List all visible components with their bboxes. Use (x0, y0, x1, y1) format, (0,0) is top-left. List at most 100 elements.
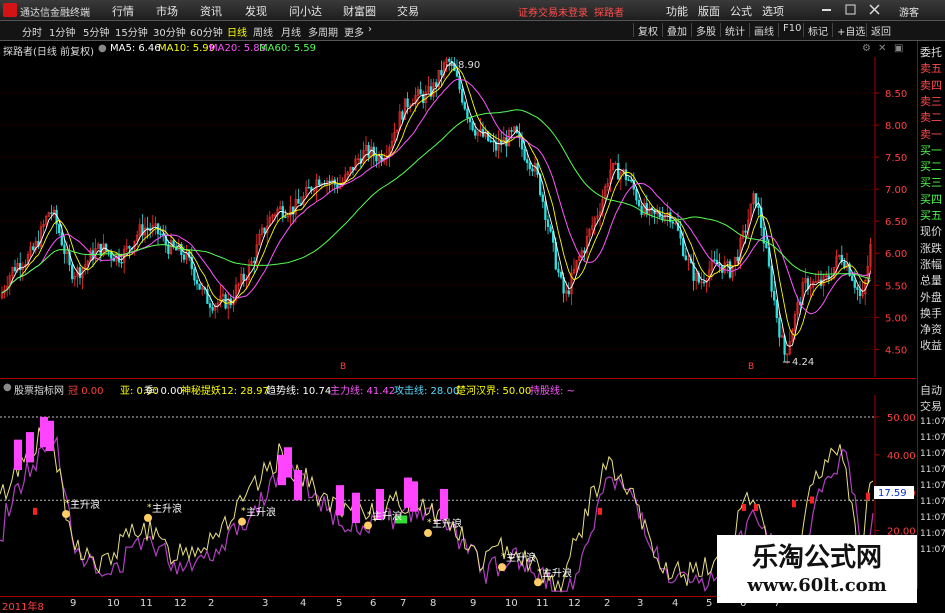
menu-item-jiaoyi[interactable]: 交易 (397, 3, 419, 19)
toolbar-tongji[interactable]: 统计 (720, 23, 745, 38)
trade-login-status[interactable]: 证券交易未登录 (518, 4, 588, 19)
more-chevron-icon[interactable]: › (368, 24, 372, 35)
menu-item-faxian[interactable]: 发现 (245, 3, 267, 19)
chart-close-icon[interactable]: ✕ (878, 43, 886, 54)
minimize-icon[interactable] (822, 9, 831, 11)
menu-item-zixun[interactable]: 资讯 (200, 3, 222, 19)
buy-marker: B (748, 362, 754, 372)
date-tick: 4 (300, 598, 307, 609)
main-chart-header: 探路者(日线 前复权) ● MA5: 6.46 MA10: 5.99 MA20:… (0, 41, 916, 58)
signal-star-icon: * (147, 503, 152, 513)
tick-time: 11:07 (920, 529, 945, 539)
signal-dot-icon (424, 529, 432, 538)
period-1min[interactable]: 1分钟 (49, 24, 75, 39)
toolbar-biaoji[interactable]: 标记 (803, 23, 828, 38)
window-controls (822, 4, 880, 15)
chart-maximize-icon[interactable]: ▣ (894, 43, 903, 54)
maximize-icon[interactable] (845, 4, 856, 15)
date-tick: 8 (430, 598, 437, 609)
menu-item-shichang[interactable]: 市场 (156, 3, 178, 19)
toolbar-diejia[interactable]: 叠加 (662, 23, 687, 38)
quote-label: 卖五 (920, 62, 942, 76)
indicator-tick-label: 40.00 (887, 451, 916, 462)
tick-time: 11:07 (920, 497, 945, 507)
menu-item-hangqing[interactable]: 行情 (112, 3, 134, 19)
toolbar-duogu[interactable]: 多股 (691, 23, 716, 38)
user-link[interactable]: 探路者 (594, 4, 624, 19)
app-title: 通达信金融终端 (20, 8, 90, 19)
quote-label: 买四 (920, 192, 942, 206)
signal-label: 主升浪 (152, 502, 182, 515)
menu-item-wenxiaoda[interactable]: 问小达 (289, 3, 322, 19)
signal-label: 主升浪 (70, 498, 100, 511)
buy-marker: B (340, 362, 346, 372)
quote-label: 现价 (920, 225, 942, 239)
menu-item-xuanxiang[interactable]: 选项 (762, 3, 784, 19)
quote-label: 涨幅 (920, 257, 942, 271)
price-tick-label: 6.50 (885, 217, 907, 228)
auto-trade-label[interactable]: 交易 (920, 399, 945, 414)
signal-label: 主升浪 (246, 506, 276, 519)
price-tick-label: 6.00 (885, 249, 907, 260)
toolbar-zixuan[interactable]: +自选 (832, 23, 865, 38)
tick-time: 11:07 (920, 513, 945, 523)
quote-label: 卖一 (920, 127, 942, 141)
quote-panel: 委托 卖五 卖四 卖三 卖二 卖一 买一 买二 买三 买四 买五 现价 涨跌 涨幅 总量 外盘 换手 净资 收益 自动… (917, 41, 945, 589)
date-tick: 2011年8 (2, 602, 44, 613)
app-logo-icon (3, 3, 17, 17)
watermark: 乐淘公式网 www.60lt.com (717, 535, 917, 603)
date-tick: 5 (706, 598, 713, 609)
period-multi[interactable]: 多周期 (308, 24, 338, 39)
chart-settings-icon[interactable]: ⚙ (862, 43, 871, 54)
period-more[interactable]: 更多 (344, 24, 364, 39)
toolbar-f10[interactable]: F10 (778, 23, 801, 37)
period-60min[interactable]: 60分钟 (190, 24, 223, 39)
date-tick: 9 (470, 598, 477, 609)
period-monthly[interactable]: 月线 (281, 24, 301, 39)
date-tick: 11 (140, 598, 153, 609)
watermark-url: www.60lt.com (747, 575, 887, 596)
watermark-title: 乐淘公式网 (751, 543, 882, 573)
tick-time: 11:07 (920, 465, 945, 475)
date-tick: 12 (174, 598, 187, 609)
ma-settings-icon[interactable]: ● (98, 43, 107, 54)
quote-label: 涨跌 (920, 241, 942, 255)
date-tick: 12 (568, 598, 581, 609)
ma60-value: MA60: 5.59 (259, 43, 317, 54)
signal-dot-icon (534, 578, 542, 587)
close-icon[interactable] (869, 4, 880, 15)
price-chart[interactable]: 8.50 8.00 7.50 7.00 6.50 6.00 5.50 5.00 4.50 8.9… (0, 57, 916, 377)
menu-item-caifuquan[interactable]: 财富圈 (343, 3, 376, 19)
quote-label: 买五 (920, 209, 942, 222)
menu-item-gongshi[interactable]: 公式 (730, 3, 752, 19)
toolbar-fanhui[interactable]: 返回 (866, 23, 891, 38)
signal-dot-icon (498, 563, 506, 572)
indicator-settings-icon[interactable]: ● (3, 382, 12, 393)
quote-label: 买三 (920, 176, 942, 190)
indicator-current-value: 17.59 (878, 488, 907, 499)
menu-item-banmian[interactable]: 版面 (698, 3, 720, 19)
tick-time: 11:07 (920, 433, 945, 443)
menu-item-gongneng[interactable]: 功能 (666, 3, 688, 19)
toolbar-huaxian[interactable]: 画线 (749, 23, 774, 38)
period-15min[interactable]: 15分钟 (115, 24, 148, 39)
auto-trade-label[interactable]: 自动 (920, 383, 945, 398)
price-tick-label: 4.50 (885, 345, 907, 356)
toolbar-fuquan[interactable]: 复权 (633, 23, 658, 38)
menu-bar: 通达信金融终端 行情 市场 资讯 发现 问小达 财富圈 交易 证券交易未登录 探… (0, 0, 945, 21)
guest-label[interactable]: 游客 (899, 4, 919, 19)
signal-star-icon: * (241, 507, 246, 517)
tick-time: 11:07 (920, 417, 945, 427)
signal-star-icon: * (65, 499, 70, 509)
period-5min[interactable]: 5分钟 (83, 24, 109, 39)
period-daily[interactable]: 日线 (227, 24, 247, 39)
quote-label: 卖四 (920, 78, 942, 92)
date-tick: 6 (370, 598, 377, 609)
period-weekly[interactable]: 周线 (253, 24, 273, 39)
period-30min[interactable]: 30分钟 (153, 24, 186, 39)
date-tick: 4 (672, 598, 679, 609)
quote-label: 委托 (920, 46, 942, 59)
date-tick: 5 (336, 598, 343, 609)
period-fenshi[interactable]: 分时 (22, 24, 42, 39)
high-label: 8.90 (458, 60, 480, 71)
